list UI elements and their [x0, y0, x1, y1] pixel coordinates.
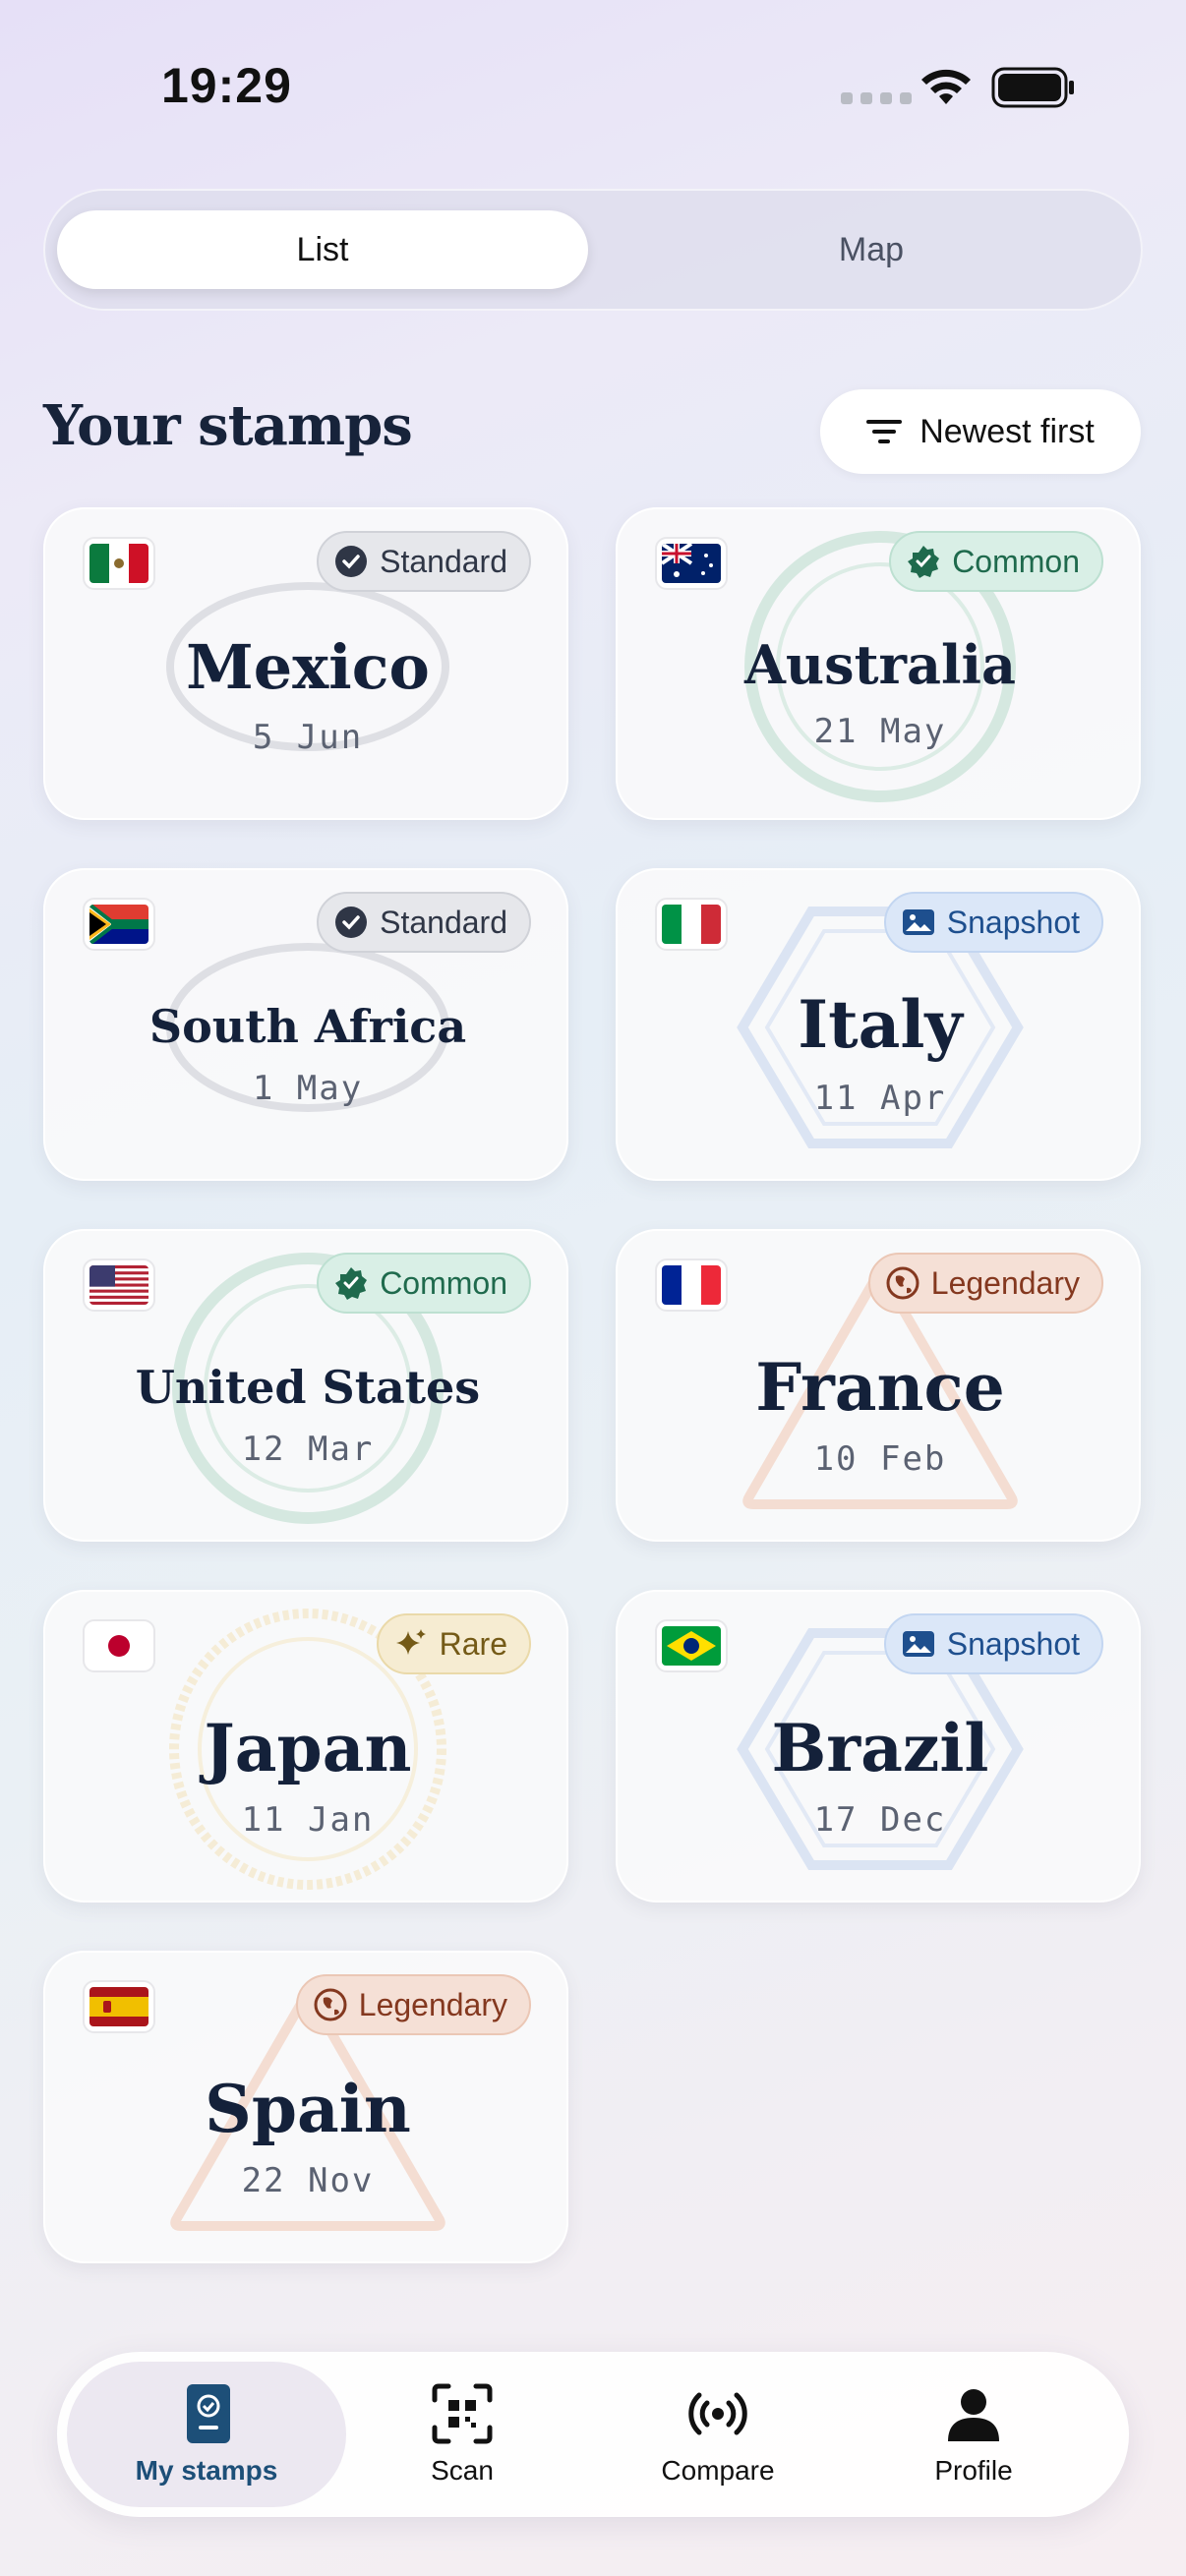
battery-icon: [991, 67, 1074, 108]
broadcast-icon: [688, 2392, 747, 2435]
stamp-card-japan[interactable]: Rare Japan 11 Jan: [43, 1590, 568, 1903]
stamp-card-south-africa[interactable]: Standard South Africa 1 May: [43, 868, 568, 1181]
signal-icon: [841, 92, 912, 104]
globe-icon: [886, 1266, 919, 1300]
badge-label: Legendary: [930, 1264, 1080, 1301]
stamp-date: 11 Apr: [813, 1079, 947, 1118]
nav-profile[interactable]: Profile: [873, 2362, 1074, 2507]
person-icon: [948, 2389, 999, 2441]
spain-flag-icon: [83, 1980, 155, 2033]
qr-scan-icon: [432, 2383, 493, 2444]
stamp-card-brazil[interactable]: Snapshot Brazil 17 Dec: [616, 1590, 1141, 1903]
badge-label: Rare: [439, 1625, 507, 1662]
country-name: Spain: [205, 2071, 411, 2147]
nav-label: My stamps: [135, 2455, 278, 2486]
country-name: United States: [135, 1361, 481, 1414]
stamp-date: 22 Nov: [241, 2161, 375, 2200]
status-badge: Standard: [317, 892, 531, 953]
passport-icon: [187, 2384, 230, 2443]
globe-icon: [314, 1988, 347, 2021]
stamp-card-spain[interactable]: Legendary Spain 22 Nov: [43, 1951, 568, 2263]
sort-icon: [866, 420, 903, 443]
france-flag-icon: [655, 1259, 728, 1312]
image-icon: [902, 909, 934, 935]
stamp-card-united-states[interactable]: Common United States 12 Mar: [43, 1229, 568, 1542]
status-badge: Legendary: [867, 1253, 1103, 1314]
verified-badge-icon: [908, 546, 940, 578]
stamp-card-australia[interactable]: Common Australia 21 May: [616, 507, 1141, 820]
tab-map[interactable]: Map: [616, 210, 1127, 289]
page-title: Your stamps: [43, 393, 413, 458]
tab-list[interactable]: List: [57, 210, 588, 289]
badge-label: Snapshot: [946, 904, 1080, 940]
nav-label: Profile: [934, 2455, 1013, 2486]
south-africa-flag-icon: [83, 898, 155, 951]
status-badge: Rare: [376, 1613, 531, 1674]
status-badge: Snapshot: [883, 892, 1103, 953]
country-name: Japan: [204, 1710, 412, 1786]
wifi-icon: [921, 69, 971, 104]
status-badge: Standard: [317, 531, 531, 592]
country-name: Italy: [798, 986, 963, 1063]
sort-label: Newest first: [919, 412, 1095, 450]
status-badge: Snapshot: [883, 1613, 1103, 1674]
badge-label: Standard: [380, 904, 507, 940]
image-icon: [902, 1631, 934, 1657]
badge-label: Snapshot: [946, 1625, 1080, 1662]
stamp-date: 5 Jun: [252, 718, 364, 757]
badge-label: Standard: [380, 543, 507, 579]
stamp-date: 12 Mar: [241, 1430, 375, 1469]
stamp-date: 11 Jan: [241, 1800, 375, 1840]
status-badge: Common: [889, 531, 1103, 592]
country-name: South Africa: [148, 1000, 467, 1053]
country-name: Mexico: [186, 631, 430, 703]
stamp-date: 17 Dec: [813, 1800, 947, 1840]
nav-label: Compare: [661, 2455, 775, 2486]
stamp-date: 21 May: [813, 712, 947, 751]
stamp-card-italy[interactable]: Snapshot Italy 11 Apr: [616, 868, 1141, 1181]
nav-label: Scan: [431, 2455, 494, 2486]
sort-button[interactable]: Newest first: [820, 389, 1141, 474]
australia-flag-icon: [655, 537, 728, 590]
status-badge: Common: [317, 1253, 531, 1314]
check-circle-icon: [335, 546, 368, 577]
brazil-flag-icon: [655, 1619, 728, 1672]
badge-label: Common: [952, 543, 1080, 579]
italy-flag-icon: [655, 898, 728, 951]
status-bar: 19:29: [0, 0, 1186, 177]
nav-my-stamps[interactable]: My stamps: [67, 2362, 346, 2507]
stamp-card-mexico[interactable]: Standard Mexico 5 Jun: [43, 507, 568, 820]
country-name: Australia: [744, 633, 1016, 696]
sparkle-icon: [395, 1629, 426, 1655]
status-time: 19:29: [161, 58, 292, 113]
nav-compare[interactable]: Compare: [618, 2362, 818, 2507]
view-toggle: List Map: [43, 189, 1143, 311]
verified-badge-icon: [335, 1267, 368, 1300]
bottom-nav: My stamps Scan Compare Profile: [57, 2352, 1129, 2517]
mexico-flag-icon: [83, 537, 155, 590]
status-badge: Legendary: [295, 1974, 531, 2035]
country-name: France: [755, 1349, 1005, 1426]
badge-label: Legendary: [358, 1986, 507, 2022]
nav-scan[interactable]: Scan: [362, 2362, 563, 2507]
badge-label: Common: [380, 1264, 507, 1301]
stamp-date: 1 May: [252, 1069, 364, 1108]
usa-flag-icon: [83, 1259, 155, 1312]
check-circle-icon: [335, 907, 368, 938]
japan-flag-icon: [83, 1619, 155, 1672]
stamp-card-france[interactable]: Legendary France 10 Feb: [616, 1229, 1141, 1542]
stamp-date: 10 Feb: [813, 1439, 947, 1479]
country-name: Brazil: [771, 1710, 989, 1786]
